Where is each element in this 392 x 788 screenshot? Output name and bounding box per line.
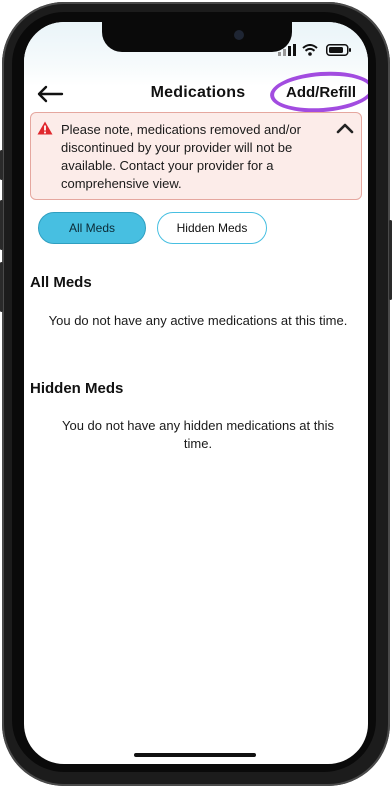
wifi-icon [302,44,318,56]
back-arrow-icon [37,85,64,103]
phone-side-button [0,150,3,180]
status-bar [278,44,358,58]
front-camera-icon [234,30,244,40]
signal-icon [278,44,296,56]
chevron-up-icon[interactable] [335,121,355,135]
all-meds-section-title: All Meds [30,274,92,291]
home-indicator[interactable] [134,753,256,757]
filter-tabs: All Meds Hidden Meds [24,212,368,246]
battery-icon [326,44,351,56]
header: Medications Add/Refill [24,68,368,116]
all-meds-empty-message: You do not have any active medications a… [48,313,348,328]
app-screen: Medications Add/Refill Please note, medi… [24,22,368,764]
page-title: Medications [150,84,246,101]
phone-volume-down [0,262,3,312]
all-meds-filter-button[interactable]: All Meds [38,212,146,244]
hidden-meds-section-title: Hidden Meds [30,380,124,397]
add-refill-button[interactable]: Add/Refill [286,84,366,106]
phone-volume-up [0,200,3,250]
back-button[interactable] [34,80,66,108]
hidden-meds-filter-button[interactable]: Hidden Meds [157,212,267,244]
hidden-meds-empty-message: You do not have any hidden medications a… [62,418,334,451]
alert-banner: Please note, medications removed and/or … [30,112,362,200]
notch [102,22,292,52]
warning-icon [37,121,53,135]
alert-message: Please note, medications removed and/or … [61,122,301,191]
